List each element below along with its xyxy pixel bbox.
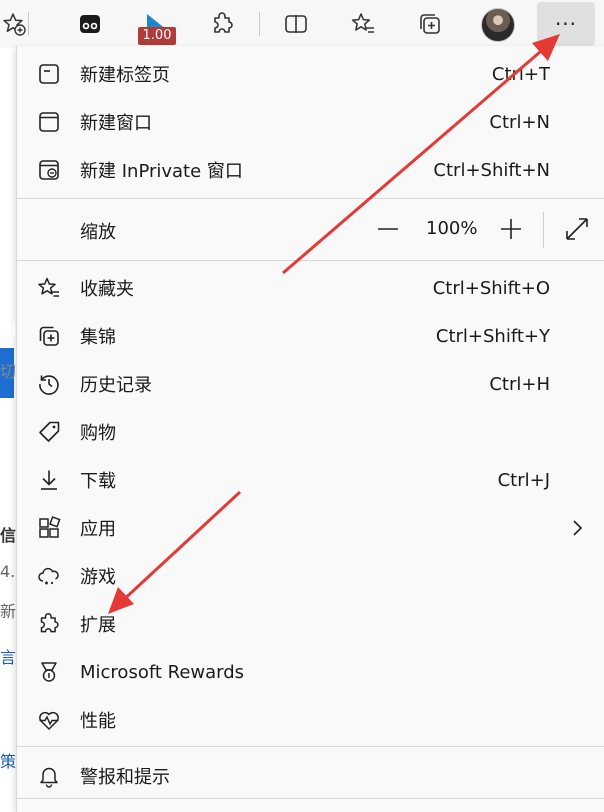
fullscreen-icon — [566, 218, 588, 240]
favorites-icon — [37, 276, 61, 300]
menu-item-label: 下载 — [80, 471, 116, 492]
history-icon — [37, 372, 61, 396]
menu-item-microsoft-rewards[interactable]: Microsoft Rewards — [17, 648, 604, 696]
window-icon — [37, 110, 61, 134]
toolbar-separator — [28, 12, 29, 36]
menu-divider — [17, 198, 604, 199]
menu-item-shortcut: Ctrl+Shift+Y — [435, 325, 550, 347]
zoom-level: 100% — [426, 218, 478, 239]
background-text: 删 — [0, 320, 16, 339]
menu-item-label: 收藏夹 — [80, 279, 134, 300]
menu-item-shortcut: Ctrl+H — [489, 373, 550, 395]
menu-item-alerts-and-tips[interactable]: 警报和提示 — [17, 752, 604, 800]
menu-item-shortcut: Ctrl+T — [491, 63, 550, 85]
menu-item-downloads[interactable]: 下载 Ctrl+J — [17, 456, 604, 504]
menu-item-label: 警报和提示 — [80, 767, 170, 788]
menu-item-label: 缩放 — [80, 222, 116, 243]
background-link[interactable]: 策 — [0, 748, 16, 772]
menu-item-label: 历史记录 — [80, 375, 152, 396]
mask-extension-icon — [80, 15, 100, 33]
zoom-separator — [543, 212, 544, 248]
menu-item-label: 扩展 — [80, 615, 116, 636]
games-icon — [37, 564, 61, 588]
apps-icon — [37, 516, 61, 540]
menu-item-new-inprivate-window[interactable]: 新建 InPrivate 窗口 Ctrl+Shift+N — [17, 146, 604, 194]
tag-icon — [37, 420, 61, 444]
menu-item-label: Microsoft Rewards — [80, 661, 245, 683]
extensions-button[interactable] — [203, 4, 243, 44]
chevron-right-icon — [570, 516, 584, 546]
menu-item-label: 性能 — [80, 711, 116, 732]
background-text: 切 — [0, 362, 16, 381]
menu-item-collections[interactable]: 集锦 Ctrl+Shift+Y — [17, 312, 604, 360]
menu-item-new-tab[interactable]: 新建标签页 Ctrl+T — [17, 50, 604, 98]
collections-icon — [420, 14, 440, 34]
menu-item-label: 新建标签页 — [80, 65, 170, 86]
download-icon — [37, 468, 61, 492]
menu-item-shortcut: Ctrl+Shift+O — [432, 277, 550, 299]
extension-mask-button[interactable] — [70, 4, 110, 44]
menu-item-extensions[interactable]: 扩展 — [17, 600, 604, 648]
menu-item-label: 新建窗口 — [80, 113, 152, 134]
split-screen-icon — [285, 15, 307, 33]
favorites-star-icon — [351, 13, 374, 33]
background-text: 4.1 — [0, 562, 16, 581]
background-text: 新 — [0, 602, 16, 621]
rewards-medal-icon — [37, 660, 61, 684]
menu-divider — [17, 746, 604, 747]
menu-item-label: 新建 InPrivate 窗口 — [80, 161, 243, 182]
background-text: 信 — [0, 526, 16, 545]
menu-item-label: 购物 — [80, 423, 116, 444]
collections-icon — [37, 324, 61, 348]
settings-and-more-button[interactable]: ··· — [537, 2, 595, 46]
menu-divider — [17, 260, 604, 261]
menu-item-shortcut: Ctrl+J — [497, 469, 550, 491]
extension-badge: 1.00 — [138, 27, 176, 45]
menu-item-shortcut: Ctrl+Shift+N — [433, 159, 550, 181]
background-link[interactable]: 言 — [0, 644, 16, 668]
menu-item-label: 游戏 — [80, 567, 116, 588]
star-add-icon — [3, 13, 26, 36]
collections-button[interactable] — [410, 4, 450, 44]
zoom-out-button[interactable] — [377, 212, 399, 253]
bell-icon — [37, 764, 61, 788]
menu-item-favorites[interactable]: 收藏夹 Ctrl+Shift+O — [17, 264, 604, 312]
menu-item-new-window[interactable]: 新建窗口 Ctrl+N — [17, 98, 604, 146]
menu-item-performance[interactable]: 性能 — [17, 696, 604, 744]
settings-menu: 新建标签页 Ctrl+T 新建窗口 Ctrl+N 新建 InPrivate 窗口… — [16, 46, 604, 812]
favorites-button[interactable] — [343, 4, 383, 44]
menu-item-zoom: 缩放 100% — [17, 204, 604, 254]
heart-pulse-icon — [37, 708, 61, 732]
menu-item-label: 集锦 — [80, 327, 116, 348]
new-tab-icon — [37, 62, 61, 86]
profile-avatar[interactable] — [481, 8, 515, 42]
toolbar-separator — [259, 12, 260, 36]
menu-item-shopping[interactable]: 购物 — [17, 408, 604, 456]
browser-toolbar: 1.00 ··· — [0, 0, 604, 48]
menu-item-label: 应用 — [80, 519, 116, 540]
puzzle-icon — [214, 12, 233, 33]
split-screen-button[interactable] — [276, 4, 316, 44]
inprivate-icon — [37, 158, 61, 182]
menu-item-history[interactable]: 历史记录 Ctrl+H — [17, 360, 604, 408]
menu-item-games[interactable]: 游戏 — [17, 552, 604, 600]
menu-item-shortcut: Ctrl+N — [489, 111, 550, 133]
browser-window: 1.00 ··· 删 切 信 4. 新 言 策 新建标签页 Ctrl+T 新建窗… — [0, 0, 604, 812]
menu-divider — [17, 798, 604, 799]
puzzle-icon — [37, 612, 61, 636]
fullscreen-button[interactable] — [564, 216, 590, 246]
zoom-in-button[interactable] — [500, 212, 522, 253]
menu-item-apps[interactable]: 应用 — [17, 504, 604, 552]
